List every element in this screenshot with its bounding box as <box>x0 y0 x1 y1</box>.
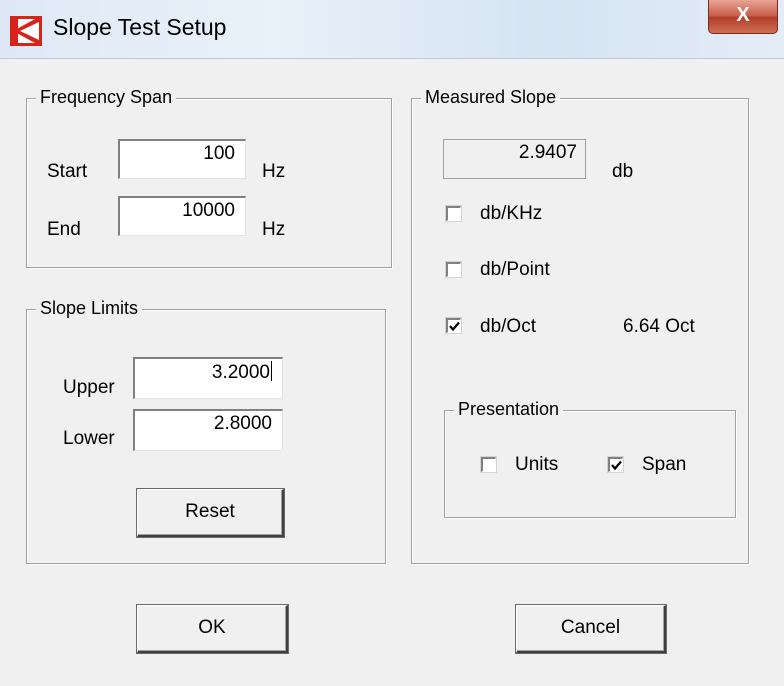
reset-button[interactable]: Reset <box>137 489 284 537</box>
lower-label: Lower <box>63 428 115 449</box>
group-frame <box>26 98 392 268</box>
close-button[interactable]: X <box>708 0 778 34</box>
start-unit-label: Hz <box>262 161 286 182</box>
window-title: Slope Test Setup <box>53 14 227 40</box>
app-logo-icon <box>10 16 42 46</box>
db-per-point-checkbox[interactable] <box>446 262 461 277</box>
slope-limits-title: Slope Limits <box>36 297 143 319</box>
span-label[interactable]: Span <box>642 454 686 476</box>
text-cursor <box>271 361 272 381</box>
measured-slope-title: Measured Slope <box>421 86 561 108</box>
cancel-button[interactable]: Cancel <box>516 605 666 653</box>
start-label: Start <box>47 161 88 182</box>
reset-label: Reset <box>185 501 235 522</box>
check-icon <box>449 321 460 332</box>
close-icon: X <box>736 4 750 26</box>
db-per-oct-label[interactable]: db/Oct <box>480 316 536 338</box>
measured-slope-unit: db <box>612 161 634 182</box>
end-frequency-value: 10000 <box>182 200 235 221</box>
frequency-span-title: Frequency Span <box>36 86 177 108</box>
octave-count: 6.64 Oct <box>623 316 695 337</box>
measured-slope-value-field: 2.9407 <box>443 139 586 179</box>
measured-slope-value: 2.9407 <box>518 142 577 163</box>
check-icon <box>611 460 622 471</box>
ok-button[interactable]: OK <box>137 605 288 653</box>
lower-limit-input[interactable]: 2.8000 <box>133 409 283 451</box>
db-per-point-label[interactable]: db/Point <box>480 259 550 281</box>
db-per-khz-label[interactable]: db/KHz <box>480 203 542 225</box>
title-bar[interactable]: Slope Test Setup X <box>0 0 784 59</box>
upper-limit-value: 3.2000 <box>211 362 270 383</box>
start-frequency-input[interactable]: 100 <box>118 139 246 179</box>
cancel-label: Cancel <box>560 617 621 638</box>
db-per-khz-checkbox[interactable] <box>446 206 461 221</box>
end-unit-label: Hz <box>262 219 286 240</box>
span-checkbox[interactable] <box>608 457 623 472</box>
lower-limit-value: 2.8000 <box>213 413 272 434</box>
upper-limit-input[interactable]: 3.2000 <box>133 357 283 399</box>
start-frequency-value: 100 <box>203 143 235 164</box>
upper-label: Upper <box>63 377 115 398</box>
end-frequency-input[interactable]: 10000 <box>118 196 246 236</box>
presentation-title: Presentation <box>454 398 564 420</box>
units-checkbox[interactable] <box>481 457 496 472</box>
ok-label: OK <box>198 617 226 638</box>
end-label: End <box>47 219 81 240</box>
units-label[interactable]: Units <box>515 454 558 476</box>
db-per-oct-checkbox[interactable] <box>446 318 461 333</box>
